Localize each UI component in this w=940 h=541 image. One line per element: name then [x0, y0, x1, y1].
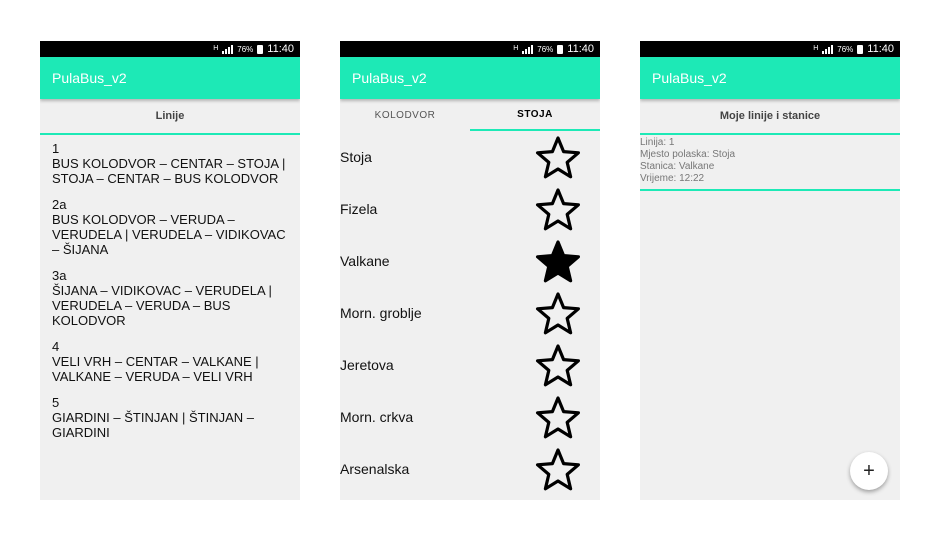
line-number: 1: [52, 141, 60, 156]
screen-lines: H 76% 11:40 PulaBus_v2 Linije 1 BUS KOLOD…: [40, 41, 300, 500]
network-type-icon: H: [513, 45, 519, 52]
network-type-icon: H: [213, 45, 219, 52]
app-title: PulaBus_v2: [352, 70, 427, 86]
line-item[interactable]: 2a BUS KOLODVOR – VERUDA – VERUDELA | VER…: [52, 197, 288, 257]
station-row[interactable]: Morn. groblje: [340, 287, 600, 339]
star-outline-icon[interactable]: [534, 187, 582, 231]
app-title: PulaBus_v2: [52, 70, 127, 86]
station-name: Arsenalska: [340, 461, 410, 477]
star-outline-icon[interactable]: [534, 135, 582, 179]
status-bar: H 76% 11:40: [40, 41, 300, 57]
station-name: Stoja: [340, 149, 372, 165]
battery-percent: 76%: [237, 44, 254, 54]
status-bar: H 76% 11:40: [340, 41, 600, 57]
star-outline-icon[interactable]: [534, 343, 582, 387]
station-name: Valkane: [340, 253, 390, 269]
tab-my-lines[interactable]: Moje linije i stanice: [640, 99, 900, 135]
station-name: Morn. groblje: [340, 305, 422, 321]
line-route: VELI VRH – CENTAR – VALKANE | VALKANE – …: [52, 354, 259, 384]
line-number: 3a: [52, 268, 67, 283]
app-bar: PulaBus_v2: [340, 57, 600, 99]
favorite-line: Linija: 1: [640, 137, 675, 148]
tab-stoja[interactable]: STOJA: [470, 99, 600, 131]
add-button[interactable]: +: [850, 452, 888, 490]
line-number: 2a: [52, 197, 67, 212]
clock: 11:40: [267, 43, 294, 55]
line-route: BUS KOLODVOR – VERUDA – VERUDELA | VERUD…: [52, 212, 286, 257]
line-number: 5: [52, 395, 60, 410]
station-row[interactable]: Arsenalska: [340, 443, 600, 495]
station-name: Fizela: [340, 201, 378, 217]
station-row[interactable]: Jeretova: [340, 339, 600, 391]
battery-icon: [557, 44, 564, 54]
signal-icon: [522, 44, 534, 54]
battery-percent: 76%: [537, 44, 554, 54]
stations-list: Stoja Fizela Valkane Morn. groblje Jeretova M…: [340, 131, 600, 495]
line-route: BUS KOLODVOR – CENTAR – STOJA | STOJA – …: [52, 156, 286, 186]
network-type-icon: H: [813, 45, 819, 52]
line-route: ŠIJANA – VIDIKOVAC – VERUDELA | VERUDELA…: [52, 283, 272, 328]
star-outline-icon[interactable]: [534, 447, 582, 491]
favorite-time: Vrijeme: 12:22: [640, 173, 705, 184]
direction-tabs: KOLODVOR STOJA: [340, 99, 600, 131]
line-item[interactable]: 5 GIARDINI – ŠTINJAN | ŠTINJAN – GIARDINI: [52, 395, 288, 440]
tab-lines[interactable]: Linije: [40, 99, 300, 135]
favorite-origin: Mjesto polaska: Stoja: [640, 149, 736, 160]
battery-icon: [857, 44, 864, 54]
station-name: Morn. crkva: [340, 409, 414, 425]
signal-icon: [822, 44, 834, 54]
tab-kolodvor[interactable]: KOLODVOR: [340, 99, 470, 131]
lines-list: 1 BUS KOLODVOR – CENTAR – STOJA | STOJA –…: [40, 135, 300, 440]
station-row[interactable]: Stoja: [340, 131, 600, 183]
signal-icon: [222, 44, 234, 54]
station-name: Jeretova: [340, 357, 394, 373]
screen-favorites: H 76% 11:40 PulaBus_v2 Moje linije i sta…: [640, 41, 900, 500]
favorite-item[interactable]: Linija: 1 Mjesto polaska: Stoja Stanica:…: [640, 135, 900, 191]
battery-icon: [257, 44, 264, 54]
star-outline-icon[interactable]: [534, 395, 582, 439]
app-bar: PulaBus_v2: [640, 57, 900, 99]
favorite-station: Stanica: Valkane: [640, 161, 715, 172]
line-number: 4: [52, 339, 60, 354]
station-row[interactable]: Fizela: [340, 183, 600, 235]
clock: 11:40: [867, 43, 894, 55]
line-item[interactable]: 4 VELI VRH – CENTAR – VALKANE | VALKANE –…: [52, 339, 288, 384]
app-bar: PulaBus_v2: [40, 57, 300, 99]
line-route: GIARDINI – ŠTINJAN | ŠTINJAN – GIARDINI: [52, 410, 255, 440]
station-row[interactable]: Valkane: [340, 235, 600, 287]
app-title: PulaBus_v2: [652, 70, 727, 86]
star-filled-icon[interactable]: [534, 239, 582, 283]
clock: 11:40: [567, 43, 594, 55]
status-bar: H 76% 11:40: [640, 41, 900, 57]
battery-percent: 76%: [837, 44, 854, 54]
screen-stations: H 76% 11:40 PulaBus_v2 KOLODVOR STOJA St…: [340, 41, 600, 500]
station-row[interactable]: Morn. crkva: [340, 391, 600, 443]
line-item[interactable]: 3a ŠIJANA – VIDIKOVAC – VERUDELA | VERUDE…: [52, 268, 288, 328]
star-outline-icon[interactable]: [534, 291, 582, 335]
line-item[interactable]: 1 BUS KOLODVOR – CENTAR – STOJA | STOJA –…: [52, 141, 288, 186]
